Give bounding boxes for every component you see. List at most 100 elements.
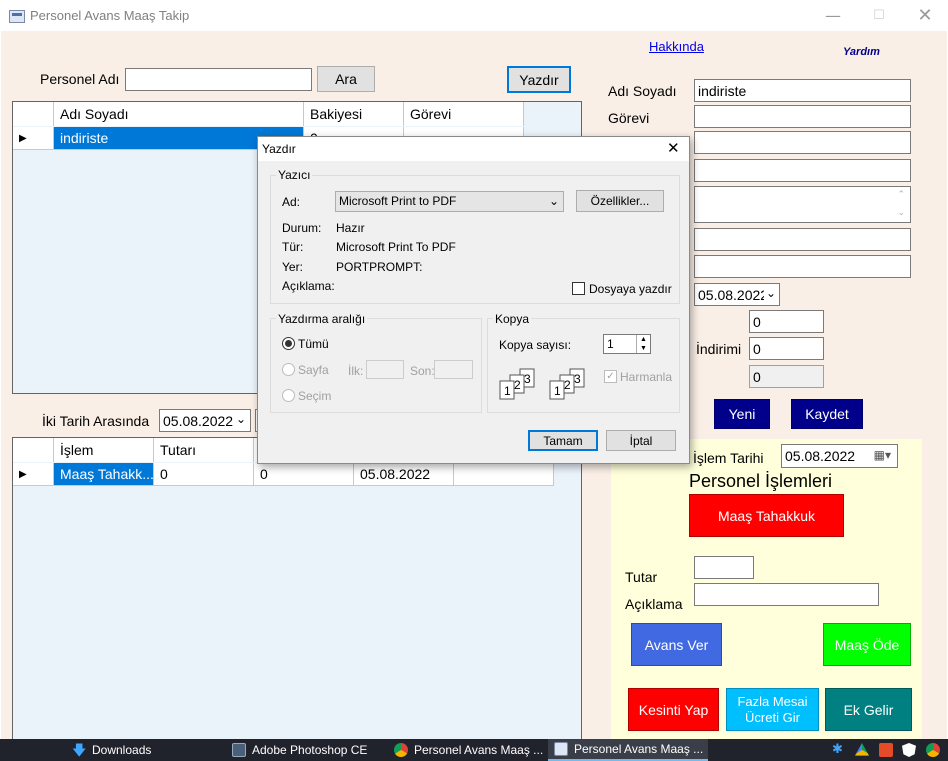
role-field[interactable]: [694, 105, 911, 128]
text-field-7[interactable]: [694, 255, 911, 278]
transaction-date-picker[interactable]: 05.08.2022 ▦▾: [781, 444, 898, 468]
print-button[interactable]: Yazdır: [507, 66, 571, 93]
cancel-button[interactable]: İptal: [606, 430, 676, 451]
row-header-corner: [13, 102, 54, 126]
column-header[interactable]: Adı Soyadı: [54, 102, 304, 126]
spin-up-icon[interactable]: ▲: [636, 335, 650, 344]
chrome-tray-icon[interactable]: [926, 743, 940, 757]
properties-button[interactable]: Özellikler...: [576, 190, 664, 212]
numeric-field-1[interactable]: 0: [749, 310, 824, 333]
range-pages-radio[interactable]: [282, 363, 295, 376]
new-button[interactable]: Yeni: [714, 399, 770, 429]
amount-field[interactable]: [694, 556, 754, 579]
search-button[interactable]: Ara: [317, 66, 375, 92]
window-titlebar: Personel Avans Maaş Takip — ☐ ✕: [0, 0, 948, 31]
text-field-6[interactable]: [694, 228, 911, 251]
taskbar-item-app-active[interactable]: Personel Avans Maaş ...: [548, 739, 708, 761]
close-icon[interactable]: ✕: [902, 0, 948, 31]
taskbar-item-label: Personel Avans Maaş ...: [574, 742, 704, 756]
operations-panel: İşlem Tarihi 05.08.2022 ▦▾ Personel İşle…: [611, 439, 922, 739]
chevron-down-icon[interactable]: ⌄: [549, 192, 559, 211]
taskbar-item-chrome[interactable]: Personel Avans Maaş ...: [394, 739, 543, 761]
app-window-icon: [232, 743, 246, 757]
column-header[interactable]: Görevi: [404, 102, 524, 126]
download-arrow-icon: 🡇: [72, 742, 87, 758]
column-header[interactable]: Bakiyesi: [304, 102, 404, 126]
scroll-down-icon[interactable]: ⌄: [897, 207, 905, 218]
description-field[interactable]: [694, 583, 879, 606]
transaction-date-value: 05.08.2022: [785, 448, 856, 464]
collate-label[interactable]: Harmanla: [620, 370, 672, 384]
overtime-pay-button[interactable]: Fazla Mesai Ücreti Gir: [726, 688, 819, 731]
chevron-down-icon[interactable]: ⌄: [236, 412, 246, 426]
to-page-input[interactable]: [434, 360, 473, 379]
date-from-picker[interactable]: 05.08.2022 ⌄: [159, 409, 251, 432]
calendar-icon[interactable]: ▦▾: [874, 448, 891, 462]
row-pointer-icon[interactable]: ▶: [13, 127, 54, 150]
bluetooth-icon[interactable]: ✱: [832, 743, 846, 757]
svg-text:3: 3: [574, 372, 581, 386]
save-button[interactable]: Kaydet: [791, 399, 863, 429]
table-row[interactable]: ▶ Maaş Tahakk... 0 0 05.08.2022: [13, 463, 554, 486]
spin-down-icon[interactable]: ▼: [636, 344, 650, 353]
range-all-radio[interactable]: [282, 337, 295, 350]
chrome-icon: [394, 743, 408, 757]
chevron-down-icon[interactable]: ⌄: [763, 286, 776, 300]
where-value: PORTPROMPT:: [336, 260, 423, 274]
deduction-button[interactable]: Kesinti Yap: [628, 688, 719, 731]
from-page-input[interactable]: [366, 360, 404, 379]
range-pages-label[interactable]: Sayfa: [298, 363, 329, 377]
taskbar: 🡇 Downloads Adobe Photoshop CE Personel …: [0, 739, 948, 761]
print-to-file-checkbox[interactable]: [572, 282, 585, 295]
scroll-up-icon[interactable]: ⌃: [897, 189, 905, 200]
multiline-field[interactable]: ⌃ ⌄: [694, 186, 911, 223]
close-icon[interactable]: ✕: [667, 139, 680, 157]
range-all-label[interactable]: Tümü: [298, 337, 329, 351]
help-link[interactable]: Yardım: [843, 46, 880, 58]
copies-value: 1: [607, 337, 614, 351]
about-link[interactable]: Hakkında: [649, 39, 704, 54]
text-field-3[interactable]: [694, 131, 911, 154]
drive-icon[interactable]: [855, 743, 869, 756]
copies-group-label: Kopya: [493, 312, 532, 326]
column-header[interactable]: Tutarı: [154, 438, 254, 462]
range-selection-label[interactable]: Seçim: [298, 389, 331, 403]
taskbar-item-photoshop[interactable]: Adobe Photoshop CE: [232, 739, 367, 761]
tray-app-icon[interactable]: [879, 743, 893, 757]
table-cell[interactable]: 0: [254, 463, 354, 486]
text-field-4[interactable]: [694, 159, 911, 182]
pay-salary-button[interactable]: Maaş Öde: [823, 623, 911, 666]
collate-checkbox[interactable]: ✓: [604, 370, 617, 383]
status-label: Durum:: [282, 221, 322, 235]
accrue-salary-button[interactable]: Maaş Tahakkuk: [689, 494, 844, 537]
shield-icon[interactable]: [902, 743, 916, 757]
table-cell[interactable]: 0: [154, 463, 254, 486]
table-cell[interactable]: [454, 463, 554, 486]
ok-button[interactable]: Tamam: [528, 430, 598, 451]
table-cell[interactable]: Maaş Tahakk...: [54, 463, 154, 486]
row-pointer-icon[interactable]: ▶: [13, 463, 54, 486]
column-header[interactable]: İşlem: [54, 438, 154, 462]
dialog-title: Yazdır: [262, 142, 296, 156]
discount-field[interactable]: 0: [749, 337, 824, 360]
status-value: Hazır: [336, 221, 365, 235]
personnel-search-input[interactable]: [125, 68, 312, 91]
minimize-icon[interactable]: —: [810, 0, 856, 31]
table-cell[interactable]: 05.08.2022: [354, 463, 454, 486]
range-selection-radio[interactable]: [282, 389, 295, 402]
extra-income-button[interactable]: Ek Gelir: [825, 688, 912, 731]
copies-spinner[interactable]: 1 ▲ ▼: [603, 334, 651, 354]
svg-text:3: 3: [524, 372, 531, 386]
maximize-icon[interactable]: ☐: [856, 0, 902, 31]
operations-title: Personel İşlemleri: [689, 471, 833, 491]
printer-select[interactable]: Microsoft Print to PDF ⌄: [335, 191, 564, 212]
name-field[interactable]: indiriste: [694, 79, 911, 102]
svg-text:2: 2: [564, 378, 571, 392]
transactions-grid[interactable]: İşlem Tutarı ▶ Maaş Tahakk... 0 0 05.08.…: [12, 437, 582, 739]
give-advance-button[interactable]: Avans Ver: [631, 623, 722, 666]
print-to-file-label[interactable]: Dosyaya yazdır: [589, 282, 672, 296]
window-title: Personel Avans Maaş Takip: [30, 8, 190, 23]
taskbar-item-downloads[interactable]: 🡇 Downloads: [72, 739, 151, 761]
start-date-picker[interactable]: 05.08.2022 ⌄: [694, 283, 780, 306]
svg-text:2: 2: [514, 378, 521, 392]
